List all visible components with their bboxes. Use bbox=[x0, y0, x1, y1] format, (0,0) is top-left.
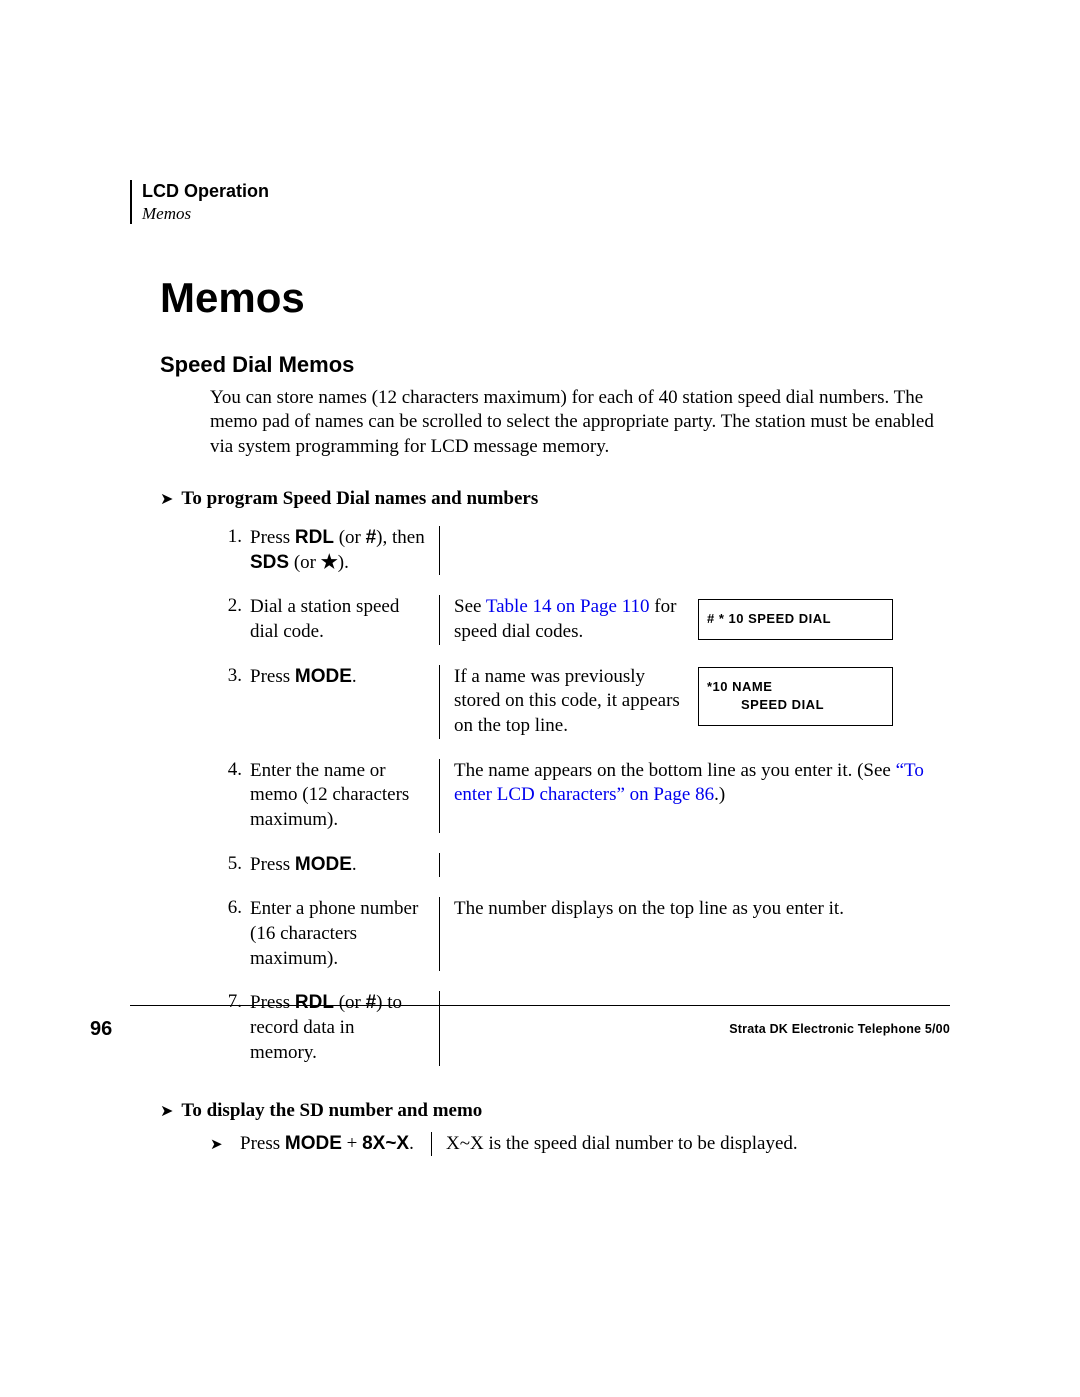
page: LCD Operation Memos Memos Speed Dial Mem… bbox=[0, 0, 1080, 1397]
step-instruction: Press RDL (or #), then SDS (or ★). bbox=[250, 526, 440, 575]
step-number: 1. bbox=[210, 526, 250, 575]
step-instruction: Press MODE + 8X~X. bbox=[240, 1132, 432, 1157]
procedure-heading: ➤ To program Speed Dial names and number… bbox=[160, 488, 950, 510]
arrow-icon: ➤ bbox=[210, 1132, 240, 1157]
lcd-display: *10 NAME SPEED DIAL bbox=[698, 667, 893, 727]
step-result bbox=[440, 853, 950, 878]
intro-paragraph: You can store names (12 characters maxim… bbox=[210, 386, 950, 460]
header-subsection: Memos bbox=[142, 203, 950, 224]
key-label: # bbox=[366, 992, 377, 1013]
step-result: The number displays on the top line as y… bbox=[440, 897, 950, 971]
step-number: 6. bbox=[210, 897, 250, 971]
step: 1. Press RDL (or #), then SDS (or ★). bbox=[210, 520, 950, 589]
step-number: 2. bbox=[210, 595, 250, 644]
step-result: The name appears on the bottom line as y… bbox=[440, 759, 950, 833]
cross-reference-link[interactable]: Table 14 on Page 110 bbox=[486, 596, 650, 617]
key-label: # bbox=[366, 527, 377, 548]
header-section: LCD Operation bbox=[142, 180, 950, 203]
lcd-line: # * 10 SPEED DIAL bbox=[707, 610, 884, 629]
key-label: MODE bbox=[295, 854, 352, 875]
key-label: 8X~X bbox=[362, 1133, 409, 1154]
step: 6. Enter a phone number (16 characters m… bbox=[210, 891, 950, 985]
step-number: 3. bbox=[210, 665, 250, 739]
step: ➤ Press MODE + 8X~X. X~X is the speed di… bbox=[210, 1132, 950, 1167]
page-number: 96 bbox=[90, 1018, 112, 1041]
procedure-steps: 1. Press RDL (or #), then SDS (or ★). 2.… bbox=[210, 520, 950, 1074]
lcd-line: SPEED DIAL bbox=[707, 696, 884, 715]
step-instruction: Dial a station speed dial code. bbox=[250, 595, 440, 644]
lcd-display: # * 10 SPEED DIAL bbox=[698, 599, 893, 640]
step-instruction: Enter a phone number (16 characters maxi… bbox=[250, 897, 440, 971]
arrow-icon: ➤ bbox=[160, 1101, 173, 1121]
section-heading: Speed Dial Memos bbox=[160, 352, 950, 378]
step: 2. Dial a station speed dial code. See T… bbox=[210, 589, 950, 658]
footer-rule bbox=[130, 1005, 950, 1006]
step-instruction: Press MODE. bbox=[250, 853, 440, 878]
step-result: X~X is the speed dial number to be displ… bbox=[432, 1132, 950, 1157]
key-label: MODE bbox=[285, 1133, 342, 1154]
key-label: SDS bbox=[250, 552, 289, 573]
procedure-heading: ➤ To display the SD number and memo bbox=[160, 1100, 950, 1122]
footer-text: Strata DK Electronic Telephone 5/00 bbox=[729, 1022, 950, 1036]
step: 3. Press MODE. If a name was previously … bbox=[210, 659, 950, 753]
step-number: 5. bbox=[210, 853, 250, 878]
step-number: 4. bbox=[210, 759, 250, 833]
step-result: If a name was previously stored on this … bbox=[440, 665, 950, 739]
step: 5. Press MODE. bbox=[210, 847, 950, 892]
procedure-steps: ➤ Press MODE + 8X~X. X~X is the speed di… bbox=[210, 1132, 950, 1167]
step: 4. Enter the name or memo (12 characters… bbox=[210, 753, 950, 847]
key-label: MODE bbox=[295, 666, 352, 687]
step-result: See Table 14 on Page 110 for speed dial … bbox=[440, 595, 950, 644]
step-number: 7. bbox=[210, 991, 250, 1065]
step-result bbox=[440, 526, 950, 575]
key-label: RDL bbox=[295, 527, 334, 548]
step-instruction: Press MODE. bbox=[250, 665, 440, 739]
step-instruction: Press RDL (or #) to record data in memor… bbox=[250, 991, 440, 1065]
key-label: RDL bbox=[295, 992, 334, 1013]
procedure-title: To program Speed Dial names and numbers bbox=[181, 488, 538, 510]
page-title: Memos bbox=[160, 274, 950, 322]
lcd-line: *10 NAME bbox=[707, 678, 884, 697]
procedure-title: To display the SD number and memo bbox=[181, 1100, 482, 1122]
key-label: ★ bbox=[321, 552, 338, 573]
running-header: LCD Operation Memos bbox=[130, 180, 950, 224]
arrow-icon: ➤ bbox=[160, 489, 173, 509]
step-instruction: Enter the name or memo (12 characters ma… bbox=[250, 759, 440, 833]
